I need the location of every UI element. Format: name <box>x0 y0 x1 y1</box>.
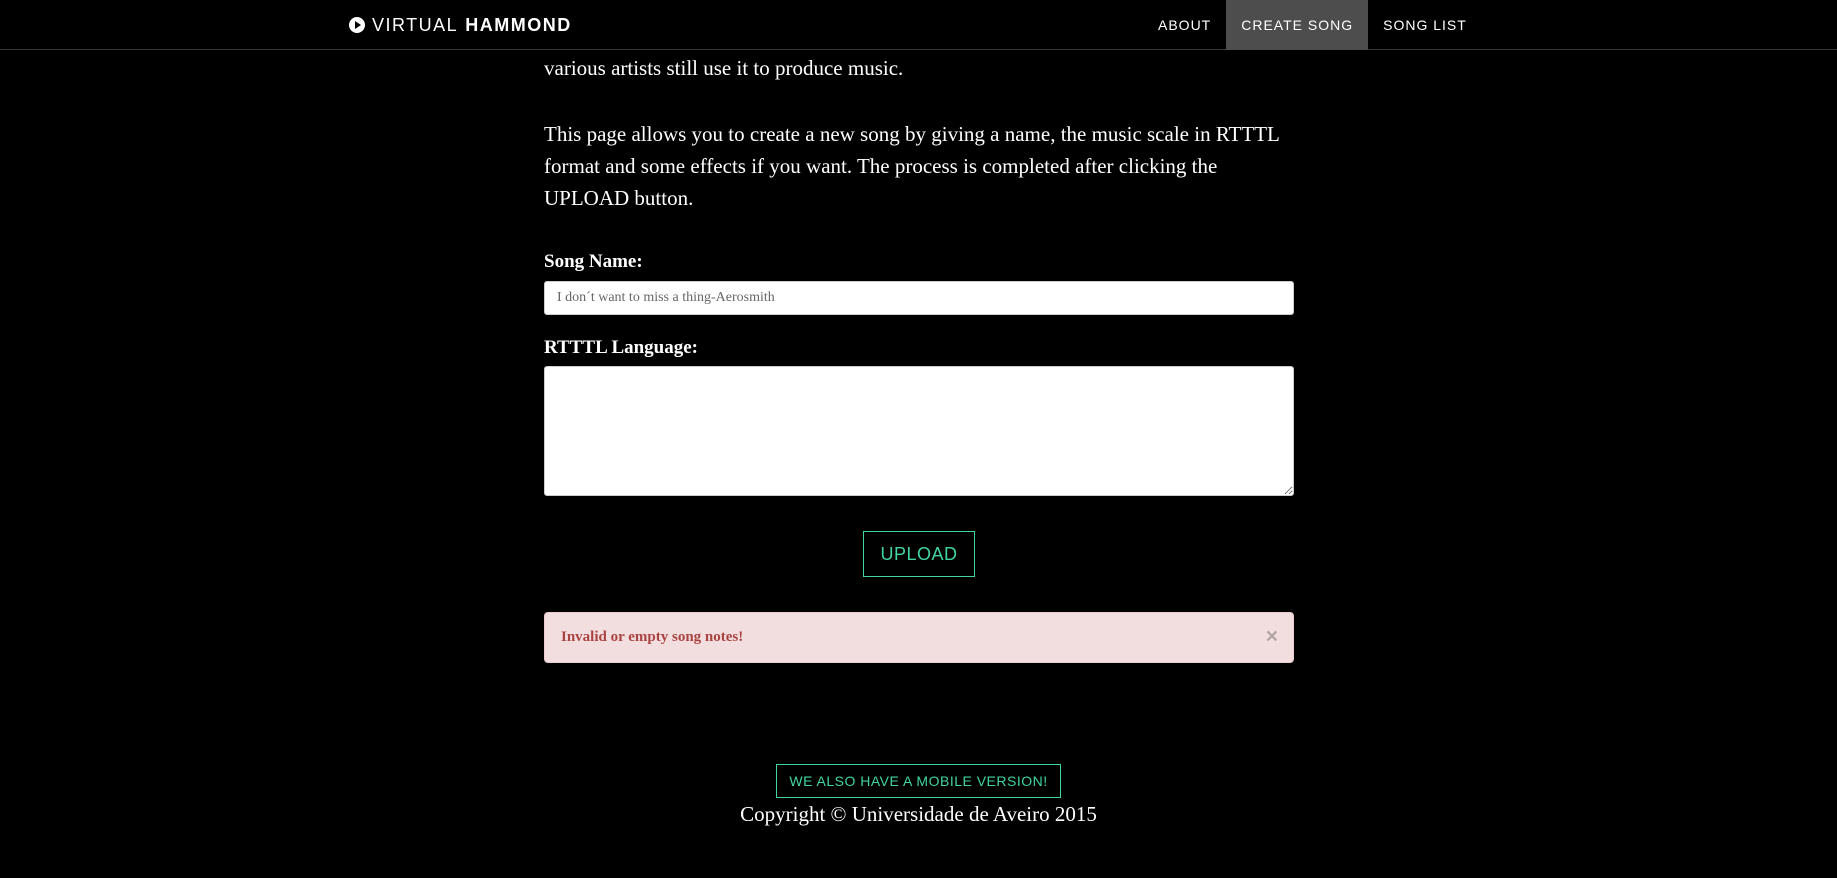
navbar: VIRTUAL HAMMOND ABOUT CREATE SONG SONG L… <box>0 0 1837 50</box>
nav-item-create-song[interactable]: CREATE SONG <box>1226 0 1369 50</box>
nav-item-song-list[interactable]: SONG LIST <box>1368 0 1482 50</box>
brand-text-hammond: HAMMOND <box>465 14 572 35</box>
song-name-label: Song Name: <box>544 251 643 272</box>
upload-button[interactable]: UPLOAD <box>863 531 975 577</box>
brand-link[interactable]: VIRTUAL HAMMOND <box>348 0 572 50</box>
error-alert: Invalid or empty song notes! × <box>544 612 1294 663</box>
close-icon[interactable]: × <box>1266 625 1278 649</box>
song-name-input[interactable] <box>544 281 1294 315</box>
intro-paragraph: various artists still use it to produce … <box>544 56 904 80</box>
copyright-text: Copyright © Universidade de Aveiro 2015 <box>740 802 1097 826</box>
description-paragraph: This page allows you to create a new son… <box>544 122 1280 210</box>
rtttl-textarea[interactable] <box>544 366 1294 496</box>
alert-message: Invalid or empty song notes! <box>561 629 744 645</box>
nav-menu: ABOUT CREATE SONG SONG LIST <box>1143 0 1482 50</box>
rtttl-label: RTTTL Language: <box>544 337 699 358</box>
nav-item-about[interactable]: ABOUT <box>1143 0 1226 50</box>
mobile-version-button[interactable]: WE ALSO HAVE A MOBILE VERSION! <box>776 764 1061 798</box>
brand-text-virtual: VIRTUAL <box>372 14 459 35</box>
play-circle-icon <box>348 16 366 34</box>
